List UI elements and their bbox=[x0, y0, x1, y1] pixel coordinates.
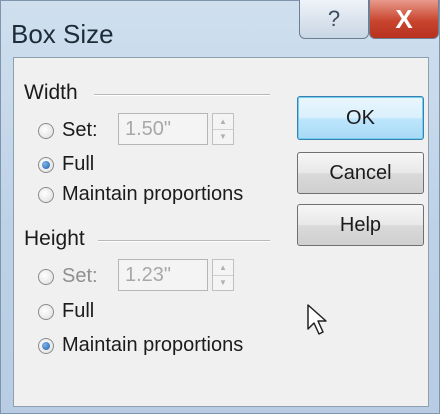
width-set-option[interactable]: Set: bbox=[38, 119, 98, 142]
width-maintain-label: Maintain proportions bbox=[62, 183, 244, 205]
height-maintain-option[interactable]: Maintain proportions bbox=[38, 334, 243, 357]
width-maintain-radio[interactable] bbox=[38, 186, 54, 203]
dialog-title: Box Size bbox=[11, 19, 114, 49]
title-close-button[interactable]: X bbox=[369, 0, 439, 39]
width-set-spinner[interactable]: ▲ ▼ bbox=[212, 113, 234, 145]
width-group-divider bbox=[94, 94, 270, 96]
width-full-option[interactable]: Full bbox=[38, 153, 94, 176]
title-help-button[interactable]: ? bbox=[299, 0, 369, 39]
height-full-option[interactable]: Full bbox=[38, 300, 94, 323]
height-full-radio[interactable] bbox=[38, 303, 54, 320]
close-icon: X bbox=[395, 3, 413, 34]
box-size-dialog: Box Size ? X Width Set: 1.50" ▲ ▼ Full M… bbox=[0, 0, 440, 414]
help-icon: ? bbox=[327, 6, 341, 31]
height-group-divider bbox=[98, 240, 270, 242]
cancel-button[interactable]: Cancel bbox=[297, 152, 424, 194]
height-maintain-radio[interactable] bbox=[38, 337, 54, 354]
width-set-input[interactable]: 1.50" bbox=[118, 113, 208, 145]
height-set-spinner[interactable]: ▲ ▼ bbox=[212, 259, 234, 291]
spin-up-icon[interactable]: ▲ bbox=[213, 114, 233, 130]
height-maintain-label: Maintain proportions bbox=[62, 334, 244, 356]
spin-down-icon[interactable]: ▼ bbox=[213, 275, 233, 290]
height-set-option[interactable]: Set: bbox=[38, 265, 98, 288]
height-set-input[interactable]: 1.23" bbox=[118, 259, 208, 291]
height-group-title: Height bbox=[24, 227, 91, 251]
ok-button[interactable]: OK bbox=[297, 96, 424, 140]
title-bar[interactable]: Box Size ? X bbox=[1, 0, 439, 59]
width-full-radio[interactable] bbox=[38, 156, 54, 173]
width-group-title: Width bbox=[24, 81, 84, 105]
width-full-label: Full bbox=[62, 153, 95, 175]
spin-down-icon[interactable]: ▼ bbox=[213, 129, 233, 144]
width-set-radio[interactable] bbox=[38, 122, 54, 139]
help-button[interactable]: Help bbox=[297, 204, 424, 246]
height-set-radio[interactable] bbox=[38, 268, 54, 285]
width-set-label: Set: bbox=[62, 119, 98, 141]
height-set-label: Set: bbox=[62, 265, 98, 287]
mouse-pointer-icon bbox=[307, 304, 327, 335]
width-maintain-option[interactable]: Maintain proportions bbox=[38, 183, 243, 206]
dialog-client-area: Width Set: 1.50" ▲ ▼ Full Maintain propo… bbox=[13, 57, 429, 407]
height-full-label: Full bbox=[62, 300, 95, 322]
spin-up-icon[interactable]: ▲ bbox=[213, 260, 233, 276]
